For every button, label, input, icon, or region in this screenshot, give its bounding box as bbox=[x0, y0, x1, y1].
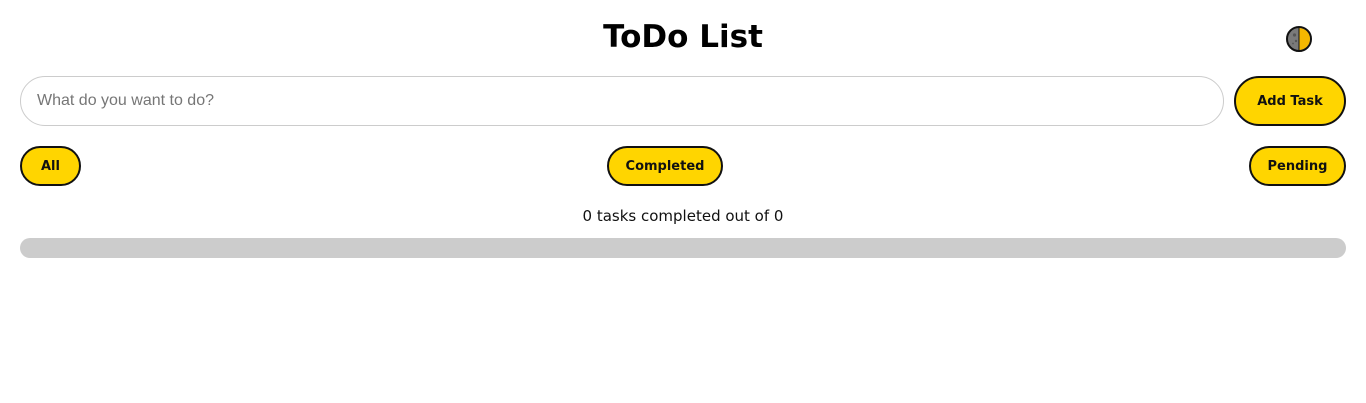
half-moon-icon bbox=[1286, 26, 1312, 52]
filter-all-button[interactable]: All bbox=[20, 146, 81, 186]
page-title: ToDo List bbox=[603, 19, 763, 55]
progress-bar bbox=[20, 238, 1346, 258]
progress-status-text: 0 tasks completed out of 0 bbox=[582, 207, 784, 225]
filter-pending-button[interactable]: Pending bbox=[1249, 146, 1346, 186]
theme-toggle-button[interactable] bbox=[1286, 26, 1312, 52]
task-input[interactable] bbox=[20, 76, 1224, 126]
add-task-button[interactable]: Add Task bbox=[1234, 76, 1346, 126]
filter-completed-button[interactable]: Completed bbox=[607, 146, 723, 186]
todo-app: ToDo List Add Task All Completed Pending… bbox=[0, 0, 1366, 403]
